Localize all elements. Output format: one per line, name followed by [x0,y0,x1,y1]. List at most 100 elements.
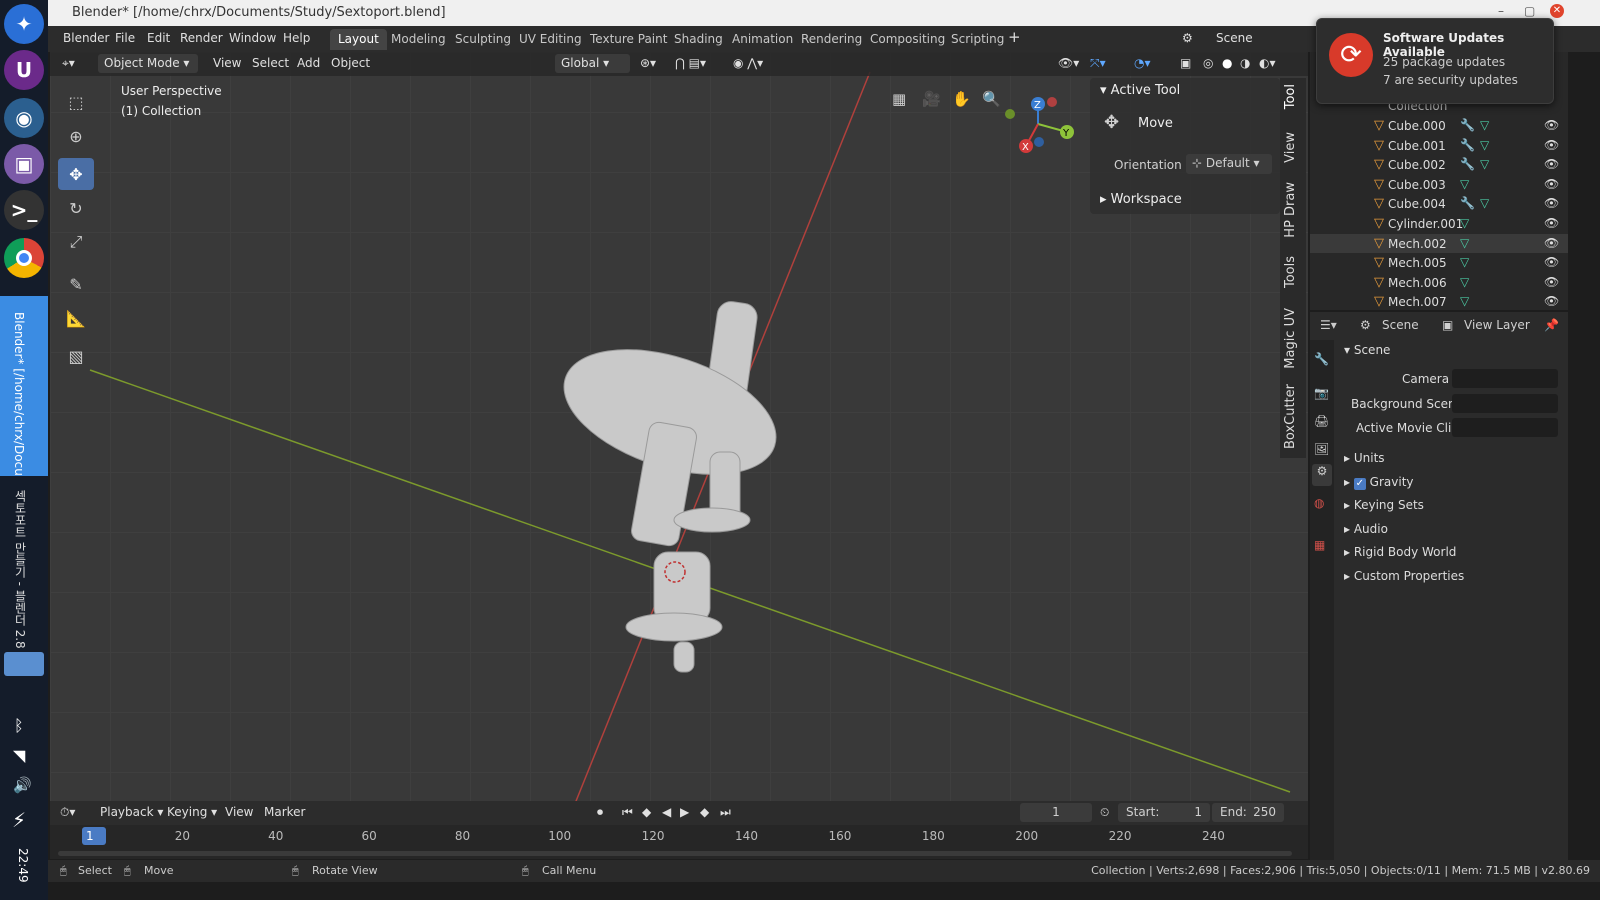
app-u-icon[interactable]: U [4,50,44,90]
gravity-section[interactable]: ▸ ✓ Gravity [1344,475,1414,490]
mesh-data-icon[interactable]: ▽ [1460,294,1469,308]
launcher-icon[interactable]: ✦ [4,4,44,44]
play-reverse-icon[interactable]: ◀ [662,805,671,819]
proportional-edit-icon[interactable]: ◉ ⋀▾ [733,56,763,70]
second-window-label[interactable]: 섹토포트 만들기 - 블렌더 2.8 [12,490,29,649]
menu-window[interactable]: Window [229,31,276,45]
tab-sculpting[interactable]: Sculpting [447,29,519,50]
move-tool-icon[interactable]: ✥ [58,158,94,190]
update-notification[interactable]: ⟳ Software Updates Available 25 package … [1316,18,1554,104]
wireframe-shading-icon[interactable]: ◎ [1203,56,1213,70]
tab-hp-draw[interactable]: HP Draw [1283,182,1298,238]
mesh-data-icon[interactable]: ▽ [1460,255,1469,269]
pivot-icon[interactable]: ⊛▾ [640,56,656,70]
menu-blender[interactable]: Blender [63,31,110,45]
keying-menu[interactable]: Keying ▾ [167,805,217,819]
wrench-icon[interactable]: 🔧 [1460,138,1475,152]
custom-properties-section[interactable]: ▸ Custom Properties [1344,569,1464,583]
rendered-shading-icon[interactable]: ◐▾ [1259,56,1276,70]
outliner-item[interactable]: ▽ Cube.000 🔧 ▽ 👁 [1310,116,1568,135]
props-scene-tab[interactable]: Scene [1382,318,1419,332]
tab-animation[interactable]: Animation [724,29,801,50]
tab-layout[interactable]: Layout [330,29,387,50]
render-props-icon[interactable]: 📷 [1314,386,1329,400]
tool-props-icon[interactable]: 🔧 [1314,352,1329,366]
scene-name[interactable]: Scene [1216,31,1253,45]
timeline-view-menu[interactable]: View [225,805,253,819]
jump-end-icon[interactable]: ⏭ [720,805,731,820]
volume-icon[interactable]: 🔊 [13,776,32,794]
xray-icon[interactable]: ▣ [1180,56,1191,70]
solid-shading-icon[interactable]: ● [1222,56,1232,70]
menu-help[interactable]: Help [283,31,310,45]
eye-icon[interactable]: 👁 [1544,177,1559,191]
pan-view-icon[interactable]: ✋ [952,90,971,108]
eye-icon[interactable]: 👁 [1544,216,1559,230]
menu-edit[interactable]: Edit [147,31,170,45]
eye-icon[interactable]: 👁 [1544,157,1559,171]
prev-keyframe-icon[interactable]: ◆ [642,805,651,819]
store-app-icon[interactable]: ▣ [4,144,44,184]
vp-menu-object[interactable]: Object [331,56,370,70]
tab-tools[interactable]: Tools [1283,256,1298,288]
workspace-header[interactable]: ▸ Workspace [1100,192,1182,207]
outliner-item[interactable]: ▽ Cube.003 ▽ 👁 [1310,175,1568,194]
eye-icon[interactable]: 👁 [1544,118,1559,132]
eye-icon[interactable]: 👁 [1544,294,1559,308]
eye-icon[interactable]: 👁 [1544,138,1559,152]
timeline-area[interactable]: 1 20 40 60 80 100 120 140 160 180 200 220 240 [50,825,1308,859]
scene-section-header[interactable]: ▾ Scene [1344,343,1390,357]
next-keyframe-icon[interactable]: ◆ [700,805,709,819]
eye-icon[interactable]: 👁 [1544,236,1559,250]
editor-type-icon[interactable]: ⌖▾ [62,56,75,71]
mesh-data-icon[interactable]: ▽ [1460,275,1469,289]
mesh-data-icon[interactable]: ▽ [1460,236,1469,250]
snap-icon[interactable]: ⋂ ▤▾ [675,56,706,70]
navigation-gizmo[interactable]: Z Y X [1000,90,1080,160]
camera-view-icon[interactable]: 🎥 [922,90,941,108]
tab-texture-paint[interactable]: Texture Paint [582,29,675,50]
tab-uv-editing[interactable]: UV Editing [511,29,590,50]
menu-render[interactable]: Render [180,31,223,45]
mesh-data-icon[interactable]: ▽ [1480,196,1489,210]
units-section[interactable]: ▸ Units [1344,451,1385,465]
play-icon[interactable]: ▶ [680,805,689,819]
material-shading-icon[interactable]: ◑ [1240,56,1250,70]
jump-start-icon[interactable]: ⏮ [622,805,633,820]
active-tool-header[interactable]: ▾ Active Tool [1100,83,1180,98]
tab-tool[interactable]: Tool [1283,84,1298,109]
blender-app-icon[interactable]: ◉ [4,98,44,138]
mesh-data-icon[interactable]: ▽ [1460,216,1469,230]
outliner-item[interactable]: ▽ Cube.002 🔧 ▽ 👁 [1310,155,1568,174]
add-cube-tool-icon[interactable]: ▧ [58,340,94,372]
eye-icon[interactable]: 👁 [1544,196,1559,210]
timeline-scrollbar[interactable] [58,851,1292,856]
marker-menu[interactable]: Marker [264,805,305,819]
keying-sets-section[interactable]: ▸ Keying Sets [1344,498,1424,512]
tab-compositing[interactable]: Compositing [862,29,953,50]
terminal-app-icon[interactable]: >_ [4,190,44,230]
timeline-editor-icon[interactable]: ⏱▾ [60,805,75,820]
record-icon[interactable]: ⏺ [597,805,603,820]
outliner-item[interactable]: ▽ Mech.002 ▽ 👁 [1310,233,1568,253]
eye-icon[interactable]: 👁 [1544,275,1559,289]
tab-modeling[interactable]: Modeling [383,29,454,50]
active-movie-clip-field[interactable] [1452,418,1558,437]
menu-file[interactable]: File [115,31,135,45]
outliner-item[interactable]: ▽ Cube.004 🔧 ▽ 👁 [1310,194,1568,213]
props-editor-type-icon[interactable]: ☰▾ [1320,318,1337,332]
audio-section[interactable]: ▸ Audio [1344,522,1388,536]
view-layer-props-icon[interactable]: 🖼 [1314,442,1329,456]
tab-boxcutter[interactable]: BoxCutter [1283,384,1298,449]
mode-dropdown[interactable]: Object Mode ▾ [98,54,198,73]
annotate-tool-icon[interactable]: ✎ [58,268,94,300]
outliner-item[interactable]: ▽ Mech.006 ▽ 👁 [1310,273,1568,292]
gizmo-toggle-icon[interactable]: ⤧▾ [1090,56,1106,71]
scale-tool-icon[interactable]: ⤢ [58,226,94,258]
zoom-view-icon[interactable]: 🔍 [982,90,1001,108]
outliner-item[interactable]: ▽ Mech.007 ▽ 👁 [1310,292,1568,311]
end-frame-field[interactable]: End: 250 [1212,803,1284,822]
tab-shading[interactable]: Shading [666,29,731,50]
clock-icon[interactable]: ⏲ [1100,805,1109,820]
scene-props-icon[interactable]: ⚙ [1312,464,1332,486]
